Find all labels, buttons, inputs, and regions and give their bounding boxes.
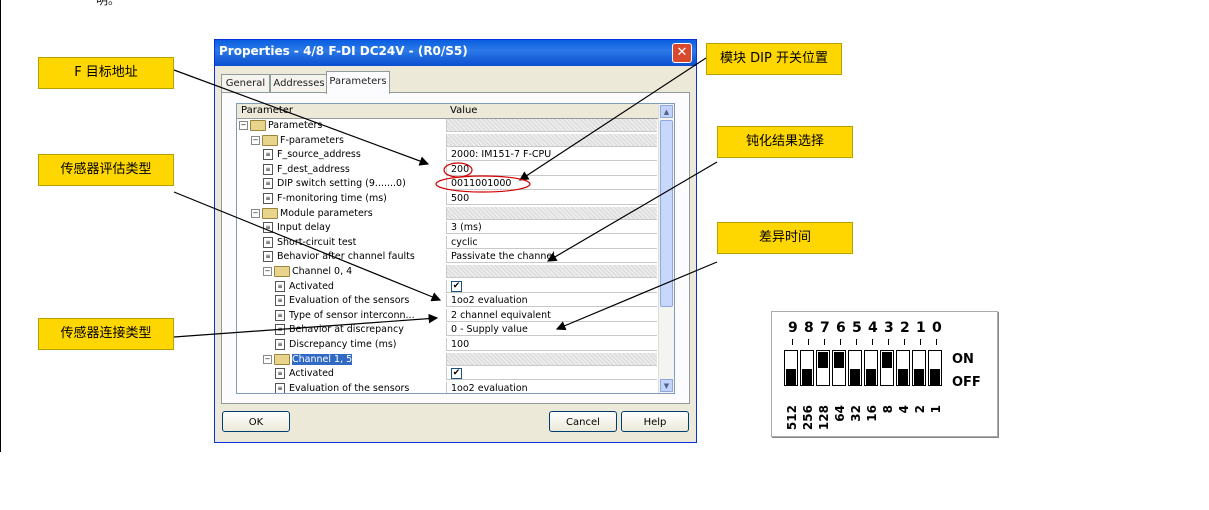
dip-tick [936, 339, 937, 345]
dip-switch-lever [786, 369, 796, 385]
dip-weight-label: 256 [801, 405, 815, 431]
dip-tick [920, 339, 921, 345]
dip-switch [896, 350, 910, 386]
dip-tick [856, 339, 857, 345]
dip-switch [784, 350, 798, 386]
dip-weight-label: 1 [929, 405, 943, 414]
arrow-passivation [546, 161, 718, 262]
highlight-ellipse-dest-address [443, 162, 473, 178]
dip-tick [904, 339, 905, 345]
dip-weight-label: 2 [913, 405, 927, 414]
dip-switch [912, 350, 926, 386]
dip-position-label: 3 [884, 320, 894, 336]
dip-weight-label: 4 [897, 405, 911, 414]
dip-switch-lever [834, 352, 844, 368]
dip-switch [816, 350, 830, 386]
dip-tick [792, 339, 793, 345]
dip-switch-lever [930, 369, 940, 385]
dip-position-label: 5 [852, 320, 862, 336]
annotation-overlay [173, 57, 718, 338]
dip-switch [800, 350, 814, 386]
dip-tick [824, 339, 825, 345]
dip-tick [888, 339, 889, 345]
dip-switch-lever [802, 369, 812, 385]
dip-tick [872, 339, 873, 345]
dip-switch-lever [882, 352, 892, 368]
tab-parameters[interactable]: Parameters [326, 71, 390, 94]
dip-switch-lever [850, 369, 860, 385]
dip-position-label: 4 [868, 320, 878, 336]
dip-weight-label: 32 [849, 405, 863, 422]
dip-weight-label: 8 [881, 405, 895, 414]
dip-position-label: 7 [820, 320, 830, 336]
dip-position-label: 1 [916, 320, 926, 336]
dip-switch [848, 350, 862, 386]
dip-on-label: ON [952, 352, 974, 367]
arrow-dip-switch [518, 57, 707, 181]
dip-switch-lever [898, 369, 908, 385]
dip-switch-lever [866, 369, 876, 385]
dip-switch-lever [914, 369, 924, 385]
dip-position-label: 9 [788, 320, 798, 336]
dip-switch [928, 350, 942, 386]
dip-switch-diagram: 9876543210 512 256 128 64 32 16 8 4 2 1 ON OFF [771, 311, 998, 437]
dip-off-label: OFF [952, 375, 981, 390]
arrow-sensor-evaluation [173, 191, 442, 302]
dip-weight-label: 64 [833, 405, 847, 422]
arrow-sensor-connection [173, 313, 439, 338]
dip-tick [840, 339, 841, 345]
dip-switch [832, 350, 846, 386]
highlight-ellipse-dip-setting [435, 175, 531, 193]
dip-position-label: 6 [836, 320, 846, 336]
dip-weight-label: 16 [865, 405, 879, 422]
dip-weight-label: 128 [817, 405, 831, 431]
arrow-discrepancy-time [555, 261, 718, 331]
dip-switch [880, 350, 894, 386]
dip-switch-lever [818, 352, 828, 368]
dip-tick [808, 339, 809, 345]
dip-position-label: 8 [804, 320, 814, 336]
dip-position-label: 2 [900, 320, 910, 336]
dip-switch [864, 350, 878, 386]
dip-position-label: 0 [932, 320, 942, 336]
dip-weight-label: 512 [785, 405, 799, 431]
